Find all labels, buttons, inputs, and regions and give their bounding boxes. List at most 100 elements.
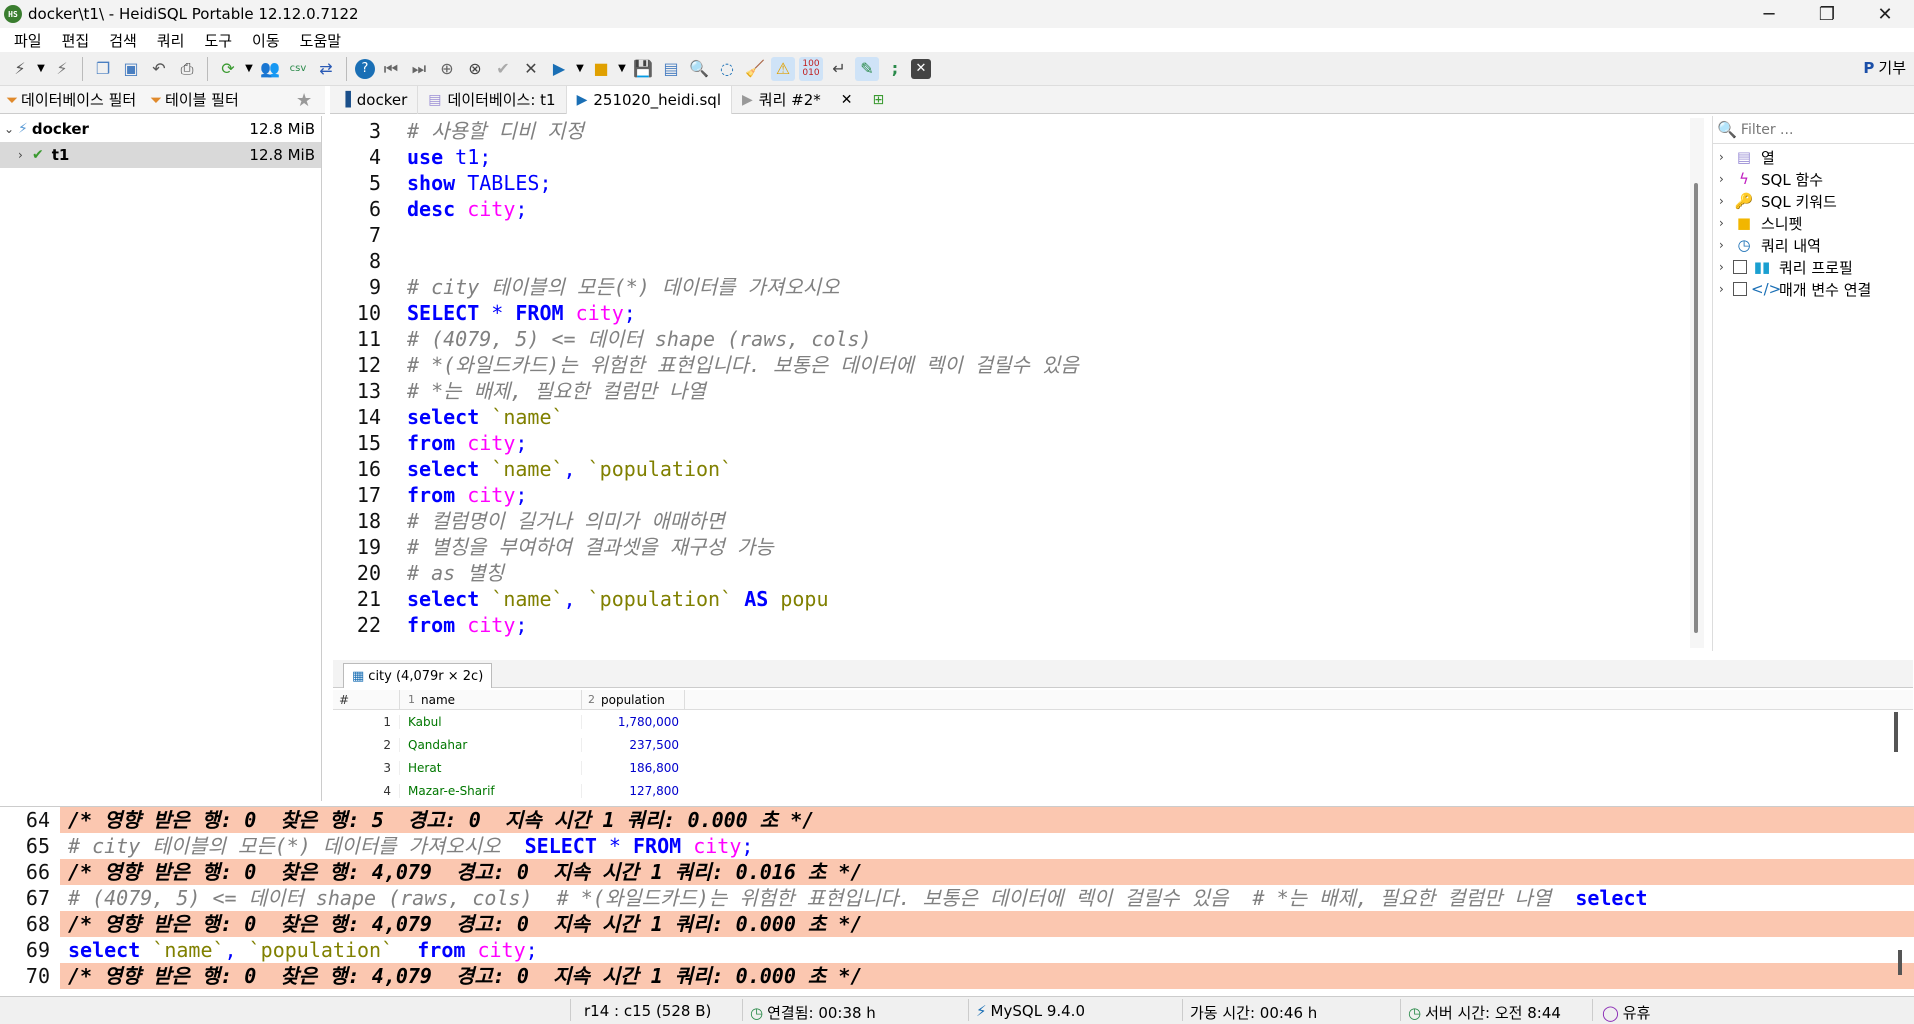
table-row[interactable]: 3 Herat 186,800	[333, 756, 1913, 779]
dropdown-arrow-icon[interactable]: ▼	[244, 57, 254, 81]
chevron-right-icon[interactable]: ›	[1719, 216, 1733, 230]
favorite-star-icon[interactable]: ★	[296, 90, 312, 111]
editor-line[interactable]: 16 select `name`, `population`	[333, 456, 1689, 482]
editor-line[interactable]: 19 # 별칭을 부여하여 결과셋을 재구성 가능	[333, 534, 1689, 560]
chevron-right-icon[interactable]: ›	[1719, 172, 1733, 186]
editor-line[interactable]: 3 # 사용할 디비 지정	[333, 118, 1689, 144]
paste-icon[interactable]: ▣	[119, 57, 143, 81]
helper-item[interactable]: › ■ 스니펫	[1713, 212, 1914, 234]
table-row[interactable]: 1 Kabul 1,780,000	[333, 710, 1913, 733]
editor-line[interactable]: 20 # as 별칭	[333, 560, 1689, 586]
helper-item[interactable]: › ▮▮ 쿼리 프로필	[1713, 256, 1914, 278]
grid-scrollbar[interactable]	[1894, 712, 1898, 752]
cell-name[interactable]: Kabul	[399, 714, 581, 729]
helper-filter[interactable]: 🔍 Filter ...	[1713, 116, 1914, 144]
new-query-tab-button[interactable]: ⊞	[862, 86, 894, 114]
table-row[interactable]: 2 Qandahar 237,500	[333, 733, 1913, 756]
wrap-icon[interactable]: ↵	[827, 57, 851, 81]
result-tab-city[interactable]: ▦ city (4,079r × 2c)	[343, 663, 493, 688]
checkbox[interactable]	[1733, 282, 1747, 296]
clear-icon[interactable]: 🧹	[743, 57, 767, 81]
cancel-record-icon[interactable]: ✕	[519, 57, 543, 81]
tab-query-2[interactable]: ▶ 쿼리 #2* ✕	[732, 86, 863, 114]
user-manager-icon[interactable]: 👥	[258, 57, 282, 81]
menu-search[interactable]: 검색	[99, 30, 147, 51]
checkbox[interactable]	[1733, 260, 1747, 274]
editor-line[interactable]: 7	[333, 222, 1689, 248]
cell-population[interactable]: 127,800	[581, 783, 685, 798]
editor-line[interactable]: 10 SELECT * FROM city;	[333, 300, 1689, 326]
menu-tools[interactable]: 도구	[194, 30, 242, 51]
maximize-button[interactable]: ❐	[1798, 0, 1856, 28]
db-filter-tab[interactable]: ⏷ 데이터베이스 필터	[0, 89, 144, 110]
semicolon-icon[interactable]: ;	[883, 57, 907, 81]
dropdown-arrow-icon[interactable]: ▼	[36, 57, 46, 81]
binary-toggle-icon[interactable]: 100 010	[799, 56, 823, 81]
close-icon[interactable]: ✕	[841, 92, 853, 108]
dropdown-arrow-icon[interactable]: ▼	[575, 57, 585, 81]
close-tab-icon[interactable]: ✕	[911, 58, 931, 79]
editor-line[interactable]: 9 # city 테이블의 모든(*) 데이터를 가져오시오	[333, 274, 1689, 300]
helper-item[interactable]: › ▤ 열	[1713, 146, 1914, 168]
log-scrollbar[interactable]	[1898, 950, 1902, 975]
chevron-right-icon[interactable]: ›	[1719, 150, 1733, 164]
chevron-right-icon[interactable]: ›	[1719, 194, 1733, 208]
tree-item-t1[interactable]: › ✔ t1 12.8 MiB	[0, 142, 321, 168]
helper-item[interactable]: › 🔑 SQL 키워드	[1713, 190, 1914, 212]
connect-icon[interactable]: ⚡	[8, 57, 32, 81]
last-record-icon[interactable]: ⏭	[407, 57, 431, 81]
editor-line[interactable]: 11 # (4079, 5) <= 데이터 shape (raws, cols)	[333, 326, 1689, 352]
post-record-icon[interactable]: ✔	[491, 57, 515, 81]
cell-population[interactable]: 237,500	[581, 737, 685, 752]
cell-population[interactable]: 186,800	[581, 760, 685, 775]
editor-line[interactable]: 8	[333, 248, 1689, 274]
cell-population[interactable]: 1,780,000	[581, 714, 685, 729]
print-icon[interactable]: ⎙	[175, 57, 199, 81]
editor-line[interactable]: 14 select `name`	[333, 404, 1689, 430]
add-record-icon[interactable]: ⊕	[435, 57, 459, 81]
close-button[interactable]: ✕	[1856, 0, 1914, 28]
chevron-right-icon[interactable]: ›	[1719, 260, 1733, 274]
column-header-population[interactable]: 2 population	[581, 690, 685, 709]
editor-line[interactable]: 5 show TABLES;	[333, 170, 1689, 196]
editor-line[interactable]: 12 # *(와일드카드)는 위험한 표현입니다. 보통은 데이터에 렉이 걸릴수…	[333, 352, 1689, 378]
editor-line[interactable]: 21 select `name`, `population` AS popu	[333, 586, 1689, 612]
delete-record-icon[interactable]: ⊗	[463, 57, 487, 81]
cell-name[interactable]: Herat	[399, 760, 581, 775]
copy-icon[interactable]: ❐	[91, 57, 115, 81]
dropdown-arrow-icon[interactable]: ▼	[617, 57, 627, 81]
open-folder-icon[interactable]: ■	[589, 57, 613, 81]
chevron-right-icon[interactable]: ›	[1719, 238, 1733, 252]
donate-button[interactable]: P 기부	[1863, 57, 1906, 78]
helper-item[interactable]: › </> 매개 변수 연결	[1713, 278, 1914, 300]
helper-item[interactable]: › ϟ SQL 함수	[1713, 168, 1914, 190]
editor-line[interactable]: 6 desc city;	[333, 196, 1689, 222]
cell-name[interactable]: Mazar-e-Sharif	[399, 783, 581, 798]
find-icon[interactable]: 🔍	[687, 57, 711, 81]
tab-sql-file[interactable]: ▶ 251020_heidi.sql	[566, 85, 732, 114]
tab-docker[interactable]: ▐ docker	[330, 85, 419, 114]
table-filter-tab[interactable]: ⏷ 테이블 필터	[144, 89, 245, 110]
format-icon[interactable]: ✎	[855, 56, 879, 81]
menu-goto[interactable]: 이동	[242, 30, 290, 51]
chevron-right-icon[interactable]: ›	[1719, 282, 1733, 296]
replace-icon[interactable]: ◌	[715, 57, 739, 81]
chevron-down-icon[interactable]: ⌄	[4, 122, 18, 136]
menu-edit[interactable]: 편집	[52, 30, 100, 51]
minimize-button[interactable]: ─	[1740, 0, 1798, 28]
editor-line[interactable]: 13 # *는 배제, 필요한 컬럼만 나열	[333, 378, 1689, 404]
undo-icon[interactable]: ↶	[147, 57, 171, 81]
result-grid[interactable]: # 1 name 2 population 1 Kabul 1,780,000 2 Qand…	[333, 690, 1913, 800]
column-header-name[interactable]: 1 name	[399, 690, 581, 709]
menu-query[interactable]: 쿼리	[147, 30, 195, 51]
tab-database[interactable]: ▤ 데이터베이스: t1	[418, 85, 567, 114]
cell-name[interactable]: Qandahar	[399, 737, 581, 752]
menu-file[interactable]: 파일	[4, 30, 52, 51]
editor-line[interactable]: 15 from city;	[333, 430, 1689, 456]
editor-line[interactable]: 22 from city;	[333, 612, 1689, 638]
editor-line[interactable]: 18 # 컬럼명이 길거나 의미가 애매하면	[333, 508, 1689, 534]
sql-editor[interactable]: 3 # 사용할 디비 지정 4 use t1; 5 show TABLES; 6 desc c…	[333, 118, 1689, 648]
tree-item-docker[interactable]: ⌄ ⚡ docker 12.8 MiB	[0, 116, 321, 142]
save-icon[interactable]: 💾	[631, 57, 655, 81]
run-query-icon[interactable]: ▶	[547, 57, 571, 81]
